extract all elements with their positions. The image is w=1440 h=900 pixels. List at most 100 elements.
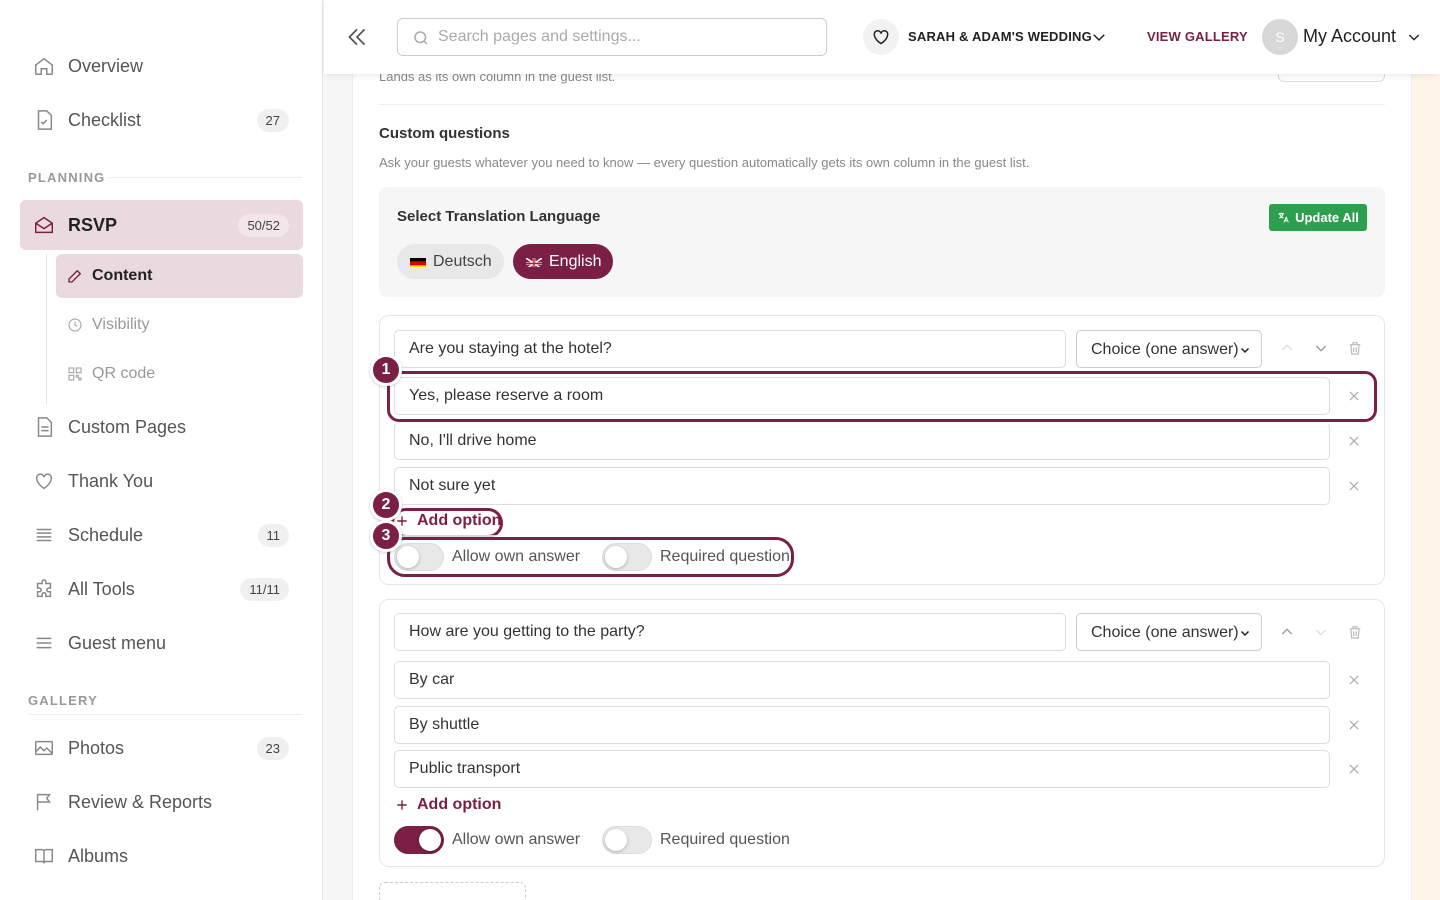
- search-icon: [414, 31, 428, 45]
- chevron-down-icon[interactable]: [1406, 29, 1422, 45]
- divider: [28, 714, 302, 715]
- question-type-select[interactable]: Choice (one answer): [1076, 330, 1262, 368]
- option-input[interactable]: By car: [394, 661, 1330, 699]
- sidebar-item-label: Schedule: [68, 524, 144, 545]
- update-all-button[interactable]: Update All: [1269, 204, 1367, 231]
- option-input[interactable]: No, I'll drive home: [394, 422, 1330, 460]
- search-input[interactable]: [438, 27, 808, 47]
- sidebar-item-checklist[interactable]: Checklist 27: [20, 96, 303, 144]
- language-chip-english[interactable]: English: [513, 244, 613, 279]
- collapse-sidebar-button[interactable]: [344, 24, 370, 50]
- chevron-up-icon: [1281, 344, 1293, 351]
- question-input[interactable]: Are you staying at the hotel?: [394, 330, 1066, 368]
- heart-icon: [32, 469, 56, 493]
- question-type-select[interactable]: Choice (one answer): [1076, 613, 1262, 651]
- trash-icon: [1349, 342, 1361, 355]
- puzzle-icon: [32, 577, 56, 601]
- chevron-down-icon: [1315, 629, 1327, 636]
- sidebar-item-review-reports[interactable]: Review & Reports: [20, 778, 303, 826]
- divider: [108, 177, 302, 178]
- toggle-knob: [605, 829, 627, 851]
- remove-option-button[interactable]: [1344, 715, 1364, 735]
- remove-option-button[interactable]: [1344, 431, 1364, 451]
- clock-icon: [66, 316, 84, 334]
- highlight-toggles: [387, 537, 794, 577]
- move-up-button[interactable]: [1277, 338, 1297, 358]
- question-type-value: Choice (one answer): [1091, 341, 1239, 358]
- translation-panel: [379, 187, 1385, 297]
- sidebar-item-guest-menu[interactable]: Guest menu: [20, 619, 303, 667]
- count-badge: 27: [256, 108, 289, 132]
- count-badge: 50/52: [238, 213, 289, 237]
- sidebar-item-label: Checklist: [68, 109, 142, 130]
- remove-option-button[interactable]: [1344, 759, 1364, 779]
- sidebar-item-thank-you[interactable]: Thank You: [20, 457, 303, 505]
- move-down-button[interactable]: [1311, 338, 1331, 358]
- sidebar: Overview Checklist 27 PLANNING RSVP 50/5…: [0, 0, 323, 900]
- sidebar-item-photos[interactable]: Photos 23: [20, 724, 303, 772]
- chevron-down-icon[interactable]: [1090, 28, 1108, 46]
- schedule-icon: [32, 523, 56, 547]
- option-input[interactable]: By shuttle: [394, 706, 1330, 744]
- edit-icon: [66, 267, 84, 285]
- sidebar-item-albums[interactable]: Albums: [20, 832, 303, 880]
- annotation-badge-3: 3: [370, 520, 402, 552]
- delete-question-button[interactable]: [1345, 338, 1365, 358]
- double-chevron-left-icon: [348, 28, 366, 46]
- move-up-button[interactable]: [1277, 622, 1297, 642]
- avatar[interactable]: S: [1262, 19, 1298, 55]
- close-icon: [1349, 436, 1359, 446]
- sidebar-item-label: Visibility: [92, 316, 150, 333]
- view-gallery-link[interactable]: VIEW GALLERY: [1147, 29, 1248, 44]
- sidebar-subitem-qr-code[interactable]: QR code: [56, 352, 303, 396]
- sidebar-item-label: Content: [92, 267, 153, 284]
- translation-title: Select Translation Language: [397, 208, 601, 225]
- allow-own-answer-toggle[interactable]: [394, 826, 444, 854]
- sidebar-item-custom-pages[interactable]: Custom Pages: [20, 403, 303, 451]
- option-text: By shuttle: [409, 716, 480, 733]
- add-option-label: Add option: [417, 796, 502, 813]
- event-heart-button[interactable]: [863, 19, 899, 55]
- page-icon: [32, 415, 56, 439]
- sidebar-item-rsvp[interactable]: RSVP 50/52: [20, 200, 303, 250]
- toggle-knob: [419, 829, 441, 851]
- sidebar-item-all-tools[interactable]: All Tools 11/11: [20, 565, 303, 613]
- question-input[interactable]: How are you getting to the party?: [394, 613, 1066, 651]
- sidebar-item-label: Albums: [68, 845, 129, 866]
- close-icon: [1349, 720, 1359, 730]
- chevron-down-icon: [1240, 347, 1250, 354]
- event-selector[interactable]: SARAH & ADAM'S WEDDING: [908, 29, 1092, 44]
- account-menu[interactable]: My Account: [1303, 26, 1396, 47]
- checklist-icon: [32, 108, 56, 132]
- sidebar-item-label: All Tools: [68, 578, 135, 599]
- count-badge: 11/11: [240, 577, 289, 601]
- envelope-icon: [32, 213, 56, 237]
- close-icon: [1349, 764, 1359, 774]
- search-bar[interactable]: [397, 18, 827, 56]
- book-icon: [32, 844, 56, 868]
- sidebar-item-overview[interactable]: Overview: [20, 42, 303, 90]
- required-question-toggle[interactable]: [602, 826, 652, 854]
- option-input[interactable]: Public transport: [394, 750, 1330, 788]
- remove-option-button[interactable]: [1344, 670, 1364, 690]
- update-all-label: Update All: [1295, 210, 1359, 225]
- option-text: Public transport: [409, 760, 521, 777]
- add-option-button[interactable]: Add option: [395, 796, 501, 814]
- highlight-option: [387, 371, 1377, 422]
- annotation-badge-2: 2: [370, 489, 402, 521]
- move-down-button[interactable]: [1311, 622, 1331, 642]
- delete-question-button[interactable]: [1345, 622, 1365, 642]
- section-label-gallery: GALLERY: [28, 693, 99, 708]
- translate-icon: [1278, 212, 1289, 223]
- language-chip-deutsch[interactable]: Deutsch: [397, 244, 504, 279]
- required-question-label: Required question: [660, 831, 790, 848]
- remove-option-button[interactable]: [1344, 476, 1364, 496]
- section-label-planning: PLANNING: [28, 170, 106, 185]
- sidebar-item-schedule[interactable]: Schedule 11: [20, 511, 303, 559]
- allow-own-answer-label: Allow own answer: [452, 831, 581, 848]
- sidebar-subitem-content[interactable]: Content: [56, 254, 303, 298]
- option-input[interactable]: Not sure yet: [394, 467, 1330, 505]
- add-question-button[interactable]: [379, 882, 526, 900]
- sidebar-subitem-visibility[interactable]: Visibility: [56, 303, 303, 347]
- chevron-up-icon: [1281, 628, 1293, 635]
